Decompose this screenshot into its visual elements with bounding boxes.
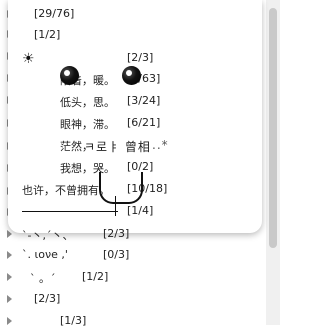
vertical-divider <box>115 196 116 216</box>
list-item-count: [0/3] <box>103 248 130 261</box>
list-item-label[interactable]: 低头，思。 <box>60 94 115 110</box>
mouth-icon <box>99 172 143 204</box>
list-item-label[interactable]: [29/76] <box>34 7 74 20</box>
scrollbar[interactable] <box>266 0 280 325</box>
left-eye-icon <box>60 66 79 85</box>
list-item-label[interactable]: 眼神，滞。 <box>60 116 115 132</box>
list-item-label[interactable]: ` 。ˊ <box>30 270 56 286</box>
sun-icon: ☀ <box>22 51 35 67</box>
list-item-label[interactable]: [1/2] <box>34 28 60 41</box>
list-item-count[interactable]: [2/3] <box>34 292 60 305</box>
list-item-count: [1/2] <box>82 270 109 283</box>
list-item-label[interactable]: ˋ-丶,ˊ丶、 <box>22 227 73 243</box>
underline-divider <box>22 211 118 212</box>
list-item-count: [2/3] <box>103 227 130 240</box>
tree-arrow[interactable] <box>7 273 12 281</box>
right-eye-icon <box>122 66 141 85</box>
list-item-count[interactable]: [1/3] <box>60 314 86 327</box>
list-item-count: [6/21] <box>127 116 161 129</box>
list-item-label[interactable]: `. ιονe ,' <box>22 248 68 261</box>
tree-arrow[interactable] <box>7 251 12 259</box>
list-item-count: [3/24] <box>127 94 161 107</box>
list-item-label[interactable]: 也许，不曾拥有。 <box>22 182 110 198</box>
list-item-count: [1/4] <box>127 204 154 217</box>
tree-arrow[interactable] <box>7 295 12 303</box>
face-overlay-dots: ..* <box>152 138 169 152</box>
list-item-count: [2/3] <box>127 51 154 64</box>
scroll-thumb[interactable] <box>269 8 277 248</box>
tree-arrow[interactable] <box>7 230 12 238</box>
tree-arrow[interactable] <box>7 317 12 325</box>
face-overlay-text: ㅋ로ㅑ 曾相 <box>84 140 151 154</box>
